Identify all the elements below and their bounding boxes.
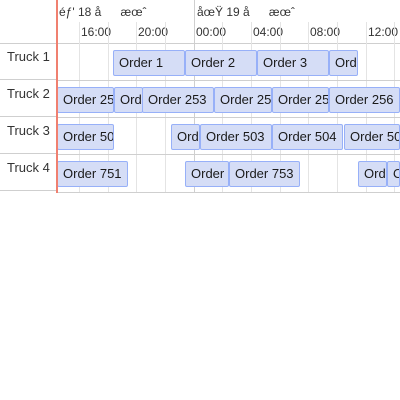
row-label-truck-1: Truck 1 [0, 44, 56, 80]
hour-label: 04:00 [253, 25, 284, 39]
hour-label: 20:00 [138, 25, 169, 39]
timeline-item-truck-1-1[interactable]: Order 1 [113, 50, 185, 76]
timeline-item-truck-4-1[interactable]: Order 751 [57, 161, 128, 187]
row-divider [56, 154, 400, 155]
row-divider [56, 192, 400, 193]
row-label-truck-4: Truck 4 [0, 155, 56, 191]
current-time-marker [56, 0, 58, 193]
row-divider [56, 117, 400, 118]
timeline-item-truck-1-2[interactable]: Order 2 [185, 50, 257, 76]
timeline-item-truck-4-4[interactable]: Order 754 [358, 161, 387, 187]
timeline-item-truck-2-3[interactable]: Order 253 [142, 87, 214, 113]
timeline-item-truck-2-4[interactable]: Order 254 [214, 87, 272, 113]
timeline-item-truck-2-1[interactable]: Order 251 [57, 87, 114, 113]
timeline-item-truck-3-3[interactable]: Order 503 [200, 124, 272, 150]
timeline[interactable]: Truck 1 Truck 2 Truck 3 Truck 4 éƒ' 18 å… [0, 0, 400, 193]
timeline-item-truck-3-2[interactable]: Order 502 [171, 124, 200, 150]
timeline-item-truck-2-2[interactable]: Order 252 [114, 87, 143, 113]
row-label-truck-2: Truck 2 [0, 81, 56, 117]
timeline-item-truck-1-3[interactable]: Order 3 [257, 50, 329, 76]
timeline-item-truck-2-6[interactable]: Order 256 [329, 87, 400, 113]
row-labels-panel: Truck 1 Truck 2 Truck 3 Truck 4 [0, 0, 57, 193]
timeline-item-truck-3-1[interactable]: Order 501 [57, 124, 114, 150]
timeline-item-truck-4-2[interactable]: Order 752 [185, 161, 229, 187]
timeline-item-truck-4-3[interactable]: Order 753 [229, 161, 300, 187]
date-label-day-1: éƒ' 18 åæœˆ [59, 5, 147, 19]
row-label-truck-3: Truck 3 [0, 118, 56, 154]
row-labels-header [0, 0, 56, 44]
timeline-item-truck-2-5[interactable]: Order 255 [272, 87, 329, 113]
timeline-item-truck-3-5[interactable]: Order 505 [344, 124, 400, 150]
timeline-item-truck-4-5[interactable]: Order 755 [387, 161, 400, 187]
hour-label: 08:00 [310, 25, 341, 39]
timeline-item-truck-3-4[interactable]: Order 504 [272, 124, 343, 150]
row-divider [56, 80, 400, 81]
timeline-item-truck-1-4[interactable]: Order 4 [329, 50, 358, 76]
hour-label: 16:00 [81, 25, 112, 39]
date-label-day-2: åœŸ 19 åæœˆ [197, 5, 295, 19]
